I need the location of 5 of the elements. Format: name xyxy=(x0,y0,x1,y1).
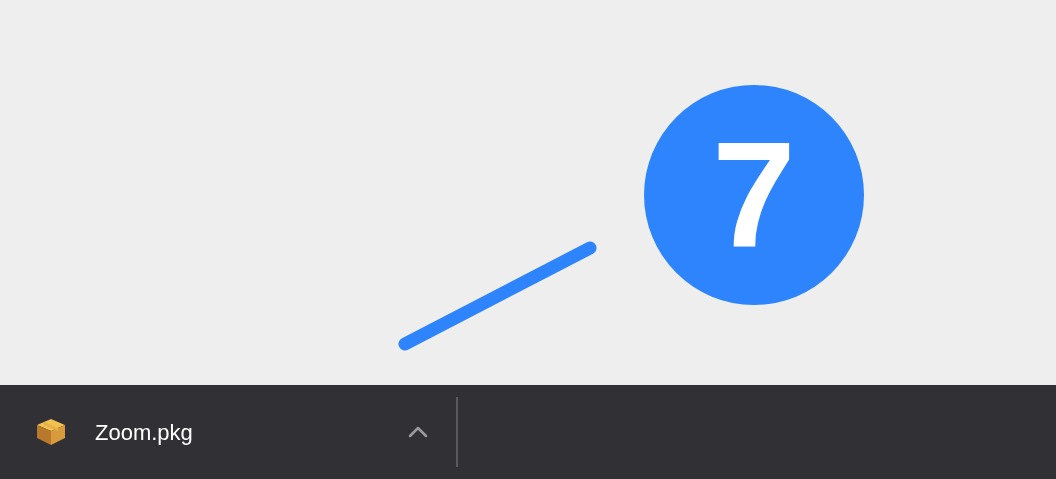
step-number-badge: 7 xyxy=(644,85,864,305)
download-filename: Zoom.pkg xyxy=(95,418,193,447)
chevron-up-icon[interactable] xyxy=(408,426,428,438)
download-item[interactable]: Zoom.pkg xyxy=(0,385,456,479)
package-icon xyxy=(34,417,68,447)
